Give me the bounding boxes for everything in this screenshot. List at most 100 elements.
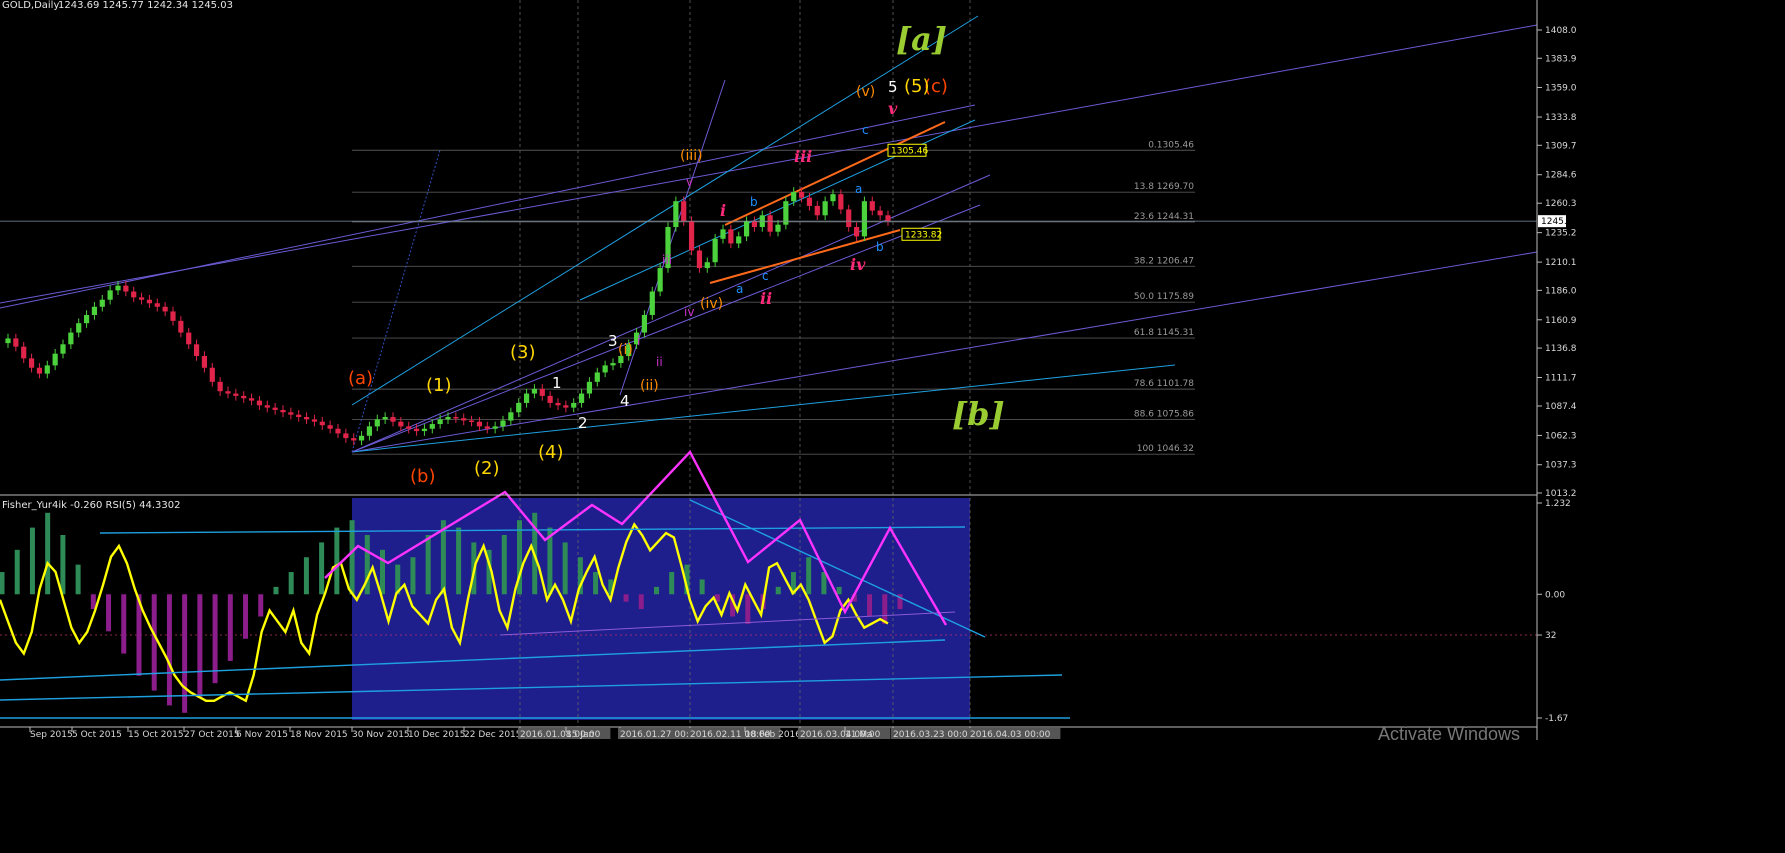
candle-body [468, 420, 475, 423]
fisher-bar [45, 512, 51, 595]
price-tick-label: 1260.3 [1545, 199, 1577, 209]
candle-body [60, 344, 66, 354]
wave-label: v [686, 175, 693, 189]
wave-label: a [855, 182, 862, 196]
candle-body [688, 221, 695, 251]
candle-body [728, 229, 734, 244]
wave-label: (iv) [700, 296, 723, 312]
candle-body [751, 221, 758, 228]
candle-body [555, 402, 561, 406]
candle-body [673, 201, 679, 228]
candle-body [445, 417, 451, 420]
fib-label: 0.1305.46 [1148, 140, 1194, 150]
price-tick-label: 1087.4 [1545, 402, 1577, 412]
candle-body [461, 418, 467, 421]
wave-label: ii [656, 355, 663, 369]
price-tick-label: 1210.1 [1545, 258, 1577, 268]
wave-label: iv [684, 305, 694, 319]
candle-body [280, 409, 286, 413]
price-tick-label: 1284.6 [1545, 171, 1577, 181]
price-box-label: 1233.82 [905, 230, 942, 240]
fisher-bar [623, 594, 629, 602]
time-tick-label: 15 Jan [566, 730, 594, 740]
candle-body [343, 433, 349, 439]
candle-body [822, 201, 828, 216]
time-tick-label: 2016.03.23 00:00 [893, 730, 974, 740]
current-price-label: 1245.0 [1541, 217, 1573, 227]
candle-body [76, 323, 82, 333]
wave-label: iv [850, 255, 866, 274]
candle-body [571, 402, 577, 408]
time-tick-label: 30 Nov 2015 [352, 730, 410, 740]
candle-body [201, 356, 208, 368]
indicator-tick-label: 32 [1545, 631, 1556, 641]
candle-body [775, 224, 781, 232]
candle-body [594, 372, 600, 382]
fisher-bar [319, 542, 325, 595]
time-tick-label: 22 Dec 2015 [464, 730, 522, 740]
candle-body [358, 435, 365, 441]
fisher-bar [501, 535, 507, 595]
activate-windows-watermark: Activate Windows [1378, 724, 1520, 744]
time-tick-label: 15 Oct 2015 [128, 730, 184, 740]
candle-body [36, 367, 43, 374]
candle-body [288, 412, 294, 415]
fib-label: 61.8 1145.31 [1134, 328, 1194, 338]
fisher-bar [212, 594, 218, 684]
fisher-bar [303, 557, 309, 595]
wave-label: (5) [904, 76, 930, 97]
candle-body [641, 314, 648, 333]
fisher-bar [273, 586, 279, 595]
wave-label: ii [760, 289, 772, 308]
fib-label: 50.0 1175.89 [1134, 292, 1194, 302]
candle-body [830, 194, 836, 202]
price-tick-label: 1333.8 [1545, 113, 1577, 123]
fisher-bar [258, 594, 264, 617]
candle-body [28, 358, 35, 368]
candle-body [162, 306, 168, 312]
candle-body [720, 229, 726, 239]
candle-body [869, 201, 875, 211]
fisher-bar [699, 579, 705, 595]
candle-body [523, 393, 530, 403]
time-tick-label: 5 Oct 2015 [72, 730, 122, 740]
price-tick-label: 1186.0 [1545, 286, 1577, 296]
candle-body [492, 426, 498, 429]
candle-body [217, 381, 223, 392]
time-tick-label: Sep 2015 [30, 730, 73, 740]
candle-body [846, 209, 852, 228]
candle-body [21, 346, 27, 359]
fisher-bar [151, 594, 157, 691]
candle-body [272, 407, 278, 410]
fisher-bar [806, 557, 812, 595]
time-tick-label: 18 Nov 2015 [290, 730, 348, 740]
candle-body [68, 332, 74, 345]
candle-body [657, 268, 663, 292]
candle-body [429, 424, 435, 429]
time-tick-label: 6 Nov 2015 [236, 730, 288, 740]
candle-body [296, 414, 302, 418]
price-tick-label: 1359.0 [1545, 83, 1577, 93]
candle-body [476, 421, 483, 427]
fisher-bar [14, 549, 20, 595]
candle-body [814, 205, 820, 216]
candle-body [798, 191, 805, 198]
fib-label: 23.6 1244.31 [1134, 212, 1194, 222]
fisher-bar [669, 572, 675, 595]
candle-body [877, 210, 883, 216]
candle-body [248, 398, 255, 401]
candle-body [885, 215, 891, 222]
fisher-bar [836, 586, 842, 595]
fib-label: 13.8 1269.70 [1134, 182, 1194, 192]
candle-body [13, 338, 19, 347]
price-tick-label: 1383.9 [1545, 54, 1577, 64]
wave-label: (4) [538, 442, 564, 463]
price-tick-label: 1037.3 [1545, 461, 1577, 471]
candle-body [225, 391, 231, 394]
wave-label: b [750, 195, 758, 209]
fisher-bar [562, 542, 568, 595]
fisher-bar [0, 572, 5, 595]
wave-label: 5 [888, 78, 898, 96]
candle-body [838, 194, 844, 210]
wave-label: (a) [348, 368, 373, 389]
